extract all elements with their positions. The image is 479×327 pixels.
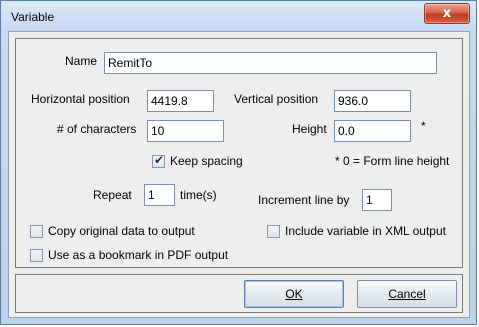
characters-label: # of characters	[57, 122, 137, 136]
height-note: * 0 = Form line height	[335, 154, 450, 168]
increment-line-input[interactable]	[362, 189, 392, 211]
repeat-unit-label: time(s)	[180, 188, 217, 202]
increment-line-label: Increment line by	[258, 193, 350, 207]
horizontal-position-input[interactable]	[147, 90, 214, 112]
ok-button[interactable]: OK	[244, 280, 344, 308]
bookmark-label[interactable]: Use as a bookmark in PDF output	[48, 248, 228, 262]
close-icon: x	[442, 6, 452, 21]
repeat-label: Repeat	[93, 188, 132, 202]
characters-input[interactable]	[147, 120, 224, 142]
keep-spacing-checkbox[interactable]	[152, 153, 165, 168]
close-button[interactable]: x	[424, 3, 470, 24]
cancel-button[interactable]: Cancel	[357, 280, 457, 308]
include-xml-label[interactable]: Include variable in XML output	[285, 224, 446, 238]
horizontal-position-label: Horizontal position	[31, 92, 130, 106]
include-xml-checkbox[interactable]	[267, 225, 280, 238]
dialog-window: Variable x Name Horizontal position Vert…	[0, 0, 477, 325]
height-label: Height	[292, 122, 327, 136]
title-bar[interactable]: Variable x	[1, 1, 476, 31]
vertical-position-input[interactable]	[334, 90, 411, 112]
vertical-position-label: Vertical position	[234, 92, 319, 106]
button-panel: OK Cancel	[15, 274, 463, 313]
dialog-content: Name Horizontal position Vertical positi…	[8, 31, 470, 318]
height-asterisk: *	[421, 119, 426, 133]
variable-form-panel: Name Horizontal position Vertical positi…	[15, 38, 463, 268]
repeat-input[interactable]	[144, 184, 175, 206]
height-input[interactable]	[334, 120, 411, 142]
bookmark-checkbox[interactable]	[30, 249, 43, 262]
name-label: Name	[65, 54, 98, 68]
name-input[interactable]	[104, 52, 437, 74]
keep-spacing-label[interactable]: Keep spacing	[170, 154, 243, 168]
copy-original-label[interactable]: Copy original data to output	[48, 224, 195, 238]
copy-original-checkbox[interactable]	[30, 225, 43, 238]
window-title: Variable	[11, 10, 55, 24]
